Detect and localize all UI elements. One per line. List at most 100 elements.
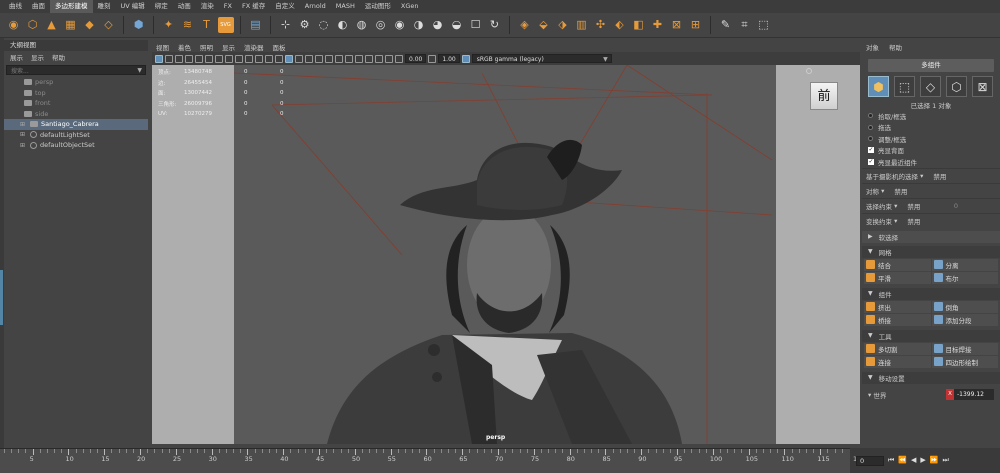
move-settings-header[interactable]: ▼ 移动设置 — [862, 371, 1000, 384]
lights-icon[interactable] — [315, 54, 323, 63]
vertex-mode-icon[interactable]: ⬚ — [894, 76, 915, 97]
tab-13[interactable]: 运动图形 — [360, 0, 396, 13]
radio-icon[interactable] — [868, 124, 873, 130]
time-ruler[interactable]: 5 10 15 20 25 30 35 40 45 50 55 60 65 70 75 80 85 90 95 100… — [0, 448, 861, 473]
motion-blur-icon[interactable] — [345, 54, 353, 63]
separate-icon[interactable]: ◉ — [392, 17, 408, 33]
gamma-icon[interactable] — [428, 54, 437, 63]
target-weld-icon[interactable]: ✚ — [650, 17, 666, 33]
poke-icon[interactable]: ⬖ — [612, 17, 628, 33]
expand-icon[interactable]: ⊞ — [20, 142, 25, 149]
uv-layout-icon[interactable]: ▤ — [248, 17, 264, 33]
edit-icon[interactable]: ⌗ — [737, 17, 753, 33]
exposure-icon[interactable] — [395, 54, 403, 63]
merge-icon[interactable]: ✣ — [593, 17, 609, 33]
boolean-button[interactable]: 布尔 — [931, 271, 998, 284]
default-material-icon[interactable] — [295, 54, 303, 63]
tab-7[interactable]: 渲染 — [196, 0, 219, 13]
viewport-menu-1[interactable]: 着色 — [178, 42, 191, 52]
bevel-button[interactable]: 倒角 — [931, 300, 998, 313]
wedge-icon[interactable]: ◧ — [631, 17, 647, 33]
tab-4[interactable]: UV 编辑 — [116, 0, 150, 13]
uv-mode-icon[interactable]: ⊠ — [972, 76, 993, 97]
crop-icon[interactable]: ⬚ — [756, 17, 772, 33]
svg-icon[interactable]: SVG — [217, 17, 234, 33]
fill-hole-icon[interactable]: ⬗ — [555, 17, 571, 33]
bridge-icon[interactable]: ☐ — [468, 17, 484, 33]
wireframe-icon[interactable] — [275, 54, 283, 63]
mesh-section-header[interactable]: ▼ 网格 — [862, 245, 1000, 258]
tab-2[interactable]: 多边形建模 — [50, 0, 93, 13]
pick-option[interactable]: 调整/框选 — [862, 133, 1000, 145]
x-value[interactable]: -1399.12 — [954, 389, 994, 400]
cone-icon[interactable]: ▲ — [44, 17, 60, 33]
extract-icon[interactable]: ◑ — [411, 17, 427, 33]
tab-6[interactable]: 动画 — [173, 0, 196, 13]
grid-icon[interactable] — [215, 54, 223, 63]
play-back-icon[interactable]: ◀ — [911, 456, 916, 465]
pick-option[interactable]: 拖选 — [862, 122, 1000, 134]
grease-pencil-icon[interactable] — [205, 54, 213, 63]
cylinder-icon[interactable]: ⬡ — [25, 17, 41, 33]
x-value-field[interactable]: X -1399.12 — [946, 389, 1000, 400]
outliner-item[interactable]: ⊞ defaultLightSet — [4, 130, 148, 141]
boolean-icon[interactable]: ◒ — [449, 17, 465, 33]
outliner-item[interactable]: top — [4, 88, 148, 99]
camera-based-selection-row[interactable]: 基于摄影机的选择 ▾ 禁用 — [862, 167, 1000, 183]
viewport-menu-2[interactable]: 照明 — [200, 42, 213, 52]
ambient-occlusion-icon[interactable] — [335, 54, 343, 63]
viewport-menu-4[interactable]: 渲染器 — [244, 42, 264, 52]
face-mode-icon[interactable]: ⬡ — [946, 76, 967, 97]
outliner-menu-show[interactable]: 展示 — [10, 52, 23, 62]
component-section-header[interactable]: ▼ 组件 — [862, 287, 1000, 300]
plane-icon[interactable]: ▦ — [63, 17, 79, 33]
tools-section-header[interactable]: ▼ 工具 — [862, 329, 1000, 342]
gamma-field[interactable]: 1.00 — [438, 54, 460, 63]
image-plane-icon[interactable] — [185, 54, 193, 63]
cube-icon[interactable]: ◉ — [6, 17, 22, 33]
multi-cut-icon[interactable]: ⊞ — [688, 17, 704, 33]
combine-icon[interactable]: ◎ — [373, 17, 389, 33]
pencil-icon[interactable]: ✎ — [718, 17, 734, 33]
anti-alias-icon[interactable] — [355, 54, 363, 63]
transform-constraint-row[interactable]: 变换约束 ▾ 禁用 — [862, 212, 1000, 228]
viewport-menu-5[interactable]: 面板 — [273, 42, 286, 52]
shadows-icon[interactable] — [325, 54, 333, 63]
append-icon[interactable]: ⬙ — [536, 17, 552, 33]
bevel-icon[interactable]: ◍ — [354, 17, 370, 33]
film-gate-icon[interactable] — [225, 54, 233, 63]
safe-action-icon[interactable] — [265, 54, 273, 63]
toolkit-menu-help[interactable]: 帮助 — [889, 42, 902, 52]
exposure-field[interactable]: 0.00 — [405, 54, 427, 63]
xray-icon[interactable] — [375, 54, 383, 63]
smooth-button[interactable]: 平滑 — [864, 271, 931, 284]
outliner-item[interactable]: ⊞ Santiago_Cabrera — [4, 119, 148, 130]
select-constraint-number[interactable]: 0 — [954, 202, 958, 210]
quad-draw-button[interactable]: 四边形绘制 — [931, 355, 998, 368]
smooth-shade-icon[interactable] — [285, 54, 293, 63]
checkbox-icon[interactable]: ✓ — [868, 147, 874, 154]
select-camera-icon[interactable] — [155, 54, 163, 63]
tab-5[interactable]: 绑定 — [150, 0, 173, 13]
view-transform-select[interactable]: sRGB gamma (legacy) ▼ — [471, 54, 612, 63]
outliner-item[interactable]: side — [4, 109, 148, 120]
multi-cut-button[interactable]: 多切割 — [864, 342, 931, 355]
tab-12[interactable]: MASH — [331, 0, 360, 13]
viewport-persp[interactable]: 顶点: 13480748 0 0 边: 26455454 0 0 面: 13007442 0 0 三角形… — [152, 65, 860, 444]
outliner-menu-display[interactable]: 显示 — [31, 52, 44, 62]
chevron-down-icon[interactable]: ▾ — [918, 172, 923, 180]
center-icon[interactable]: ◐ — [335, 17, 351, 33]
viewport-menu-0[interactable]: 视图 — [156, 42, 169, 52]
step-forward-icon[interactable]: ⏩ — [930, 456, 939, 465]
tab-1[interactable]: 曲面 — [27, 0, 50, 13]
checkbox-icon[interactable]: ✓ — [868, 158, 874, 165]
add-divisions-button[interactable]: 添加分段 — [931, 313, 998, 326]
connect-button[interactable]: 连接 — [864, 355, 931, 368]
chevron-down-icon[interactable]: ▾ — [892, 202, 897, 210]
text-icon[interactable]: T — [199, 17, 215, 33]
viewport-settings-icon[interactable] — [806, 68, 812, 74]
separate-button[interactable]: 分离 — [931, 258, 998, 271]
outliner-menu-help[interactable]: 帮助 — [52, 52, 65, 62]
tab-0[interactable]: 曲线 — [4, 0, 27, 13]
radio-icon[interactable] — [868, 113, 873, 119]
